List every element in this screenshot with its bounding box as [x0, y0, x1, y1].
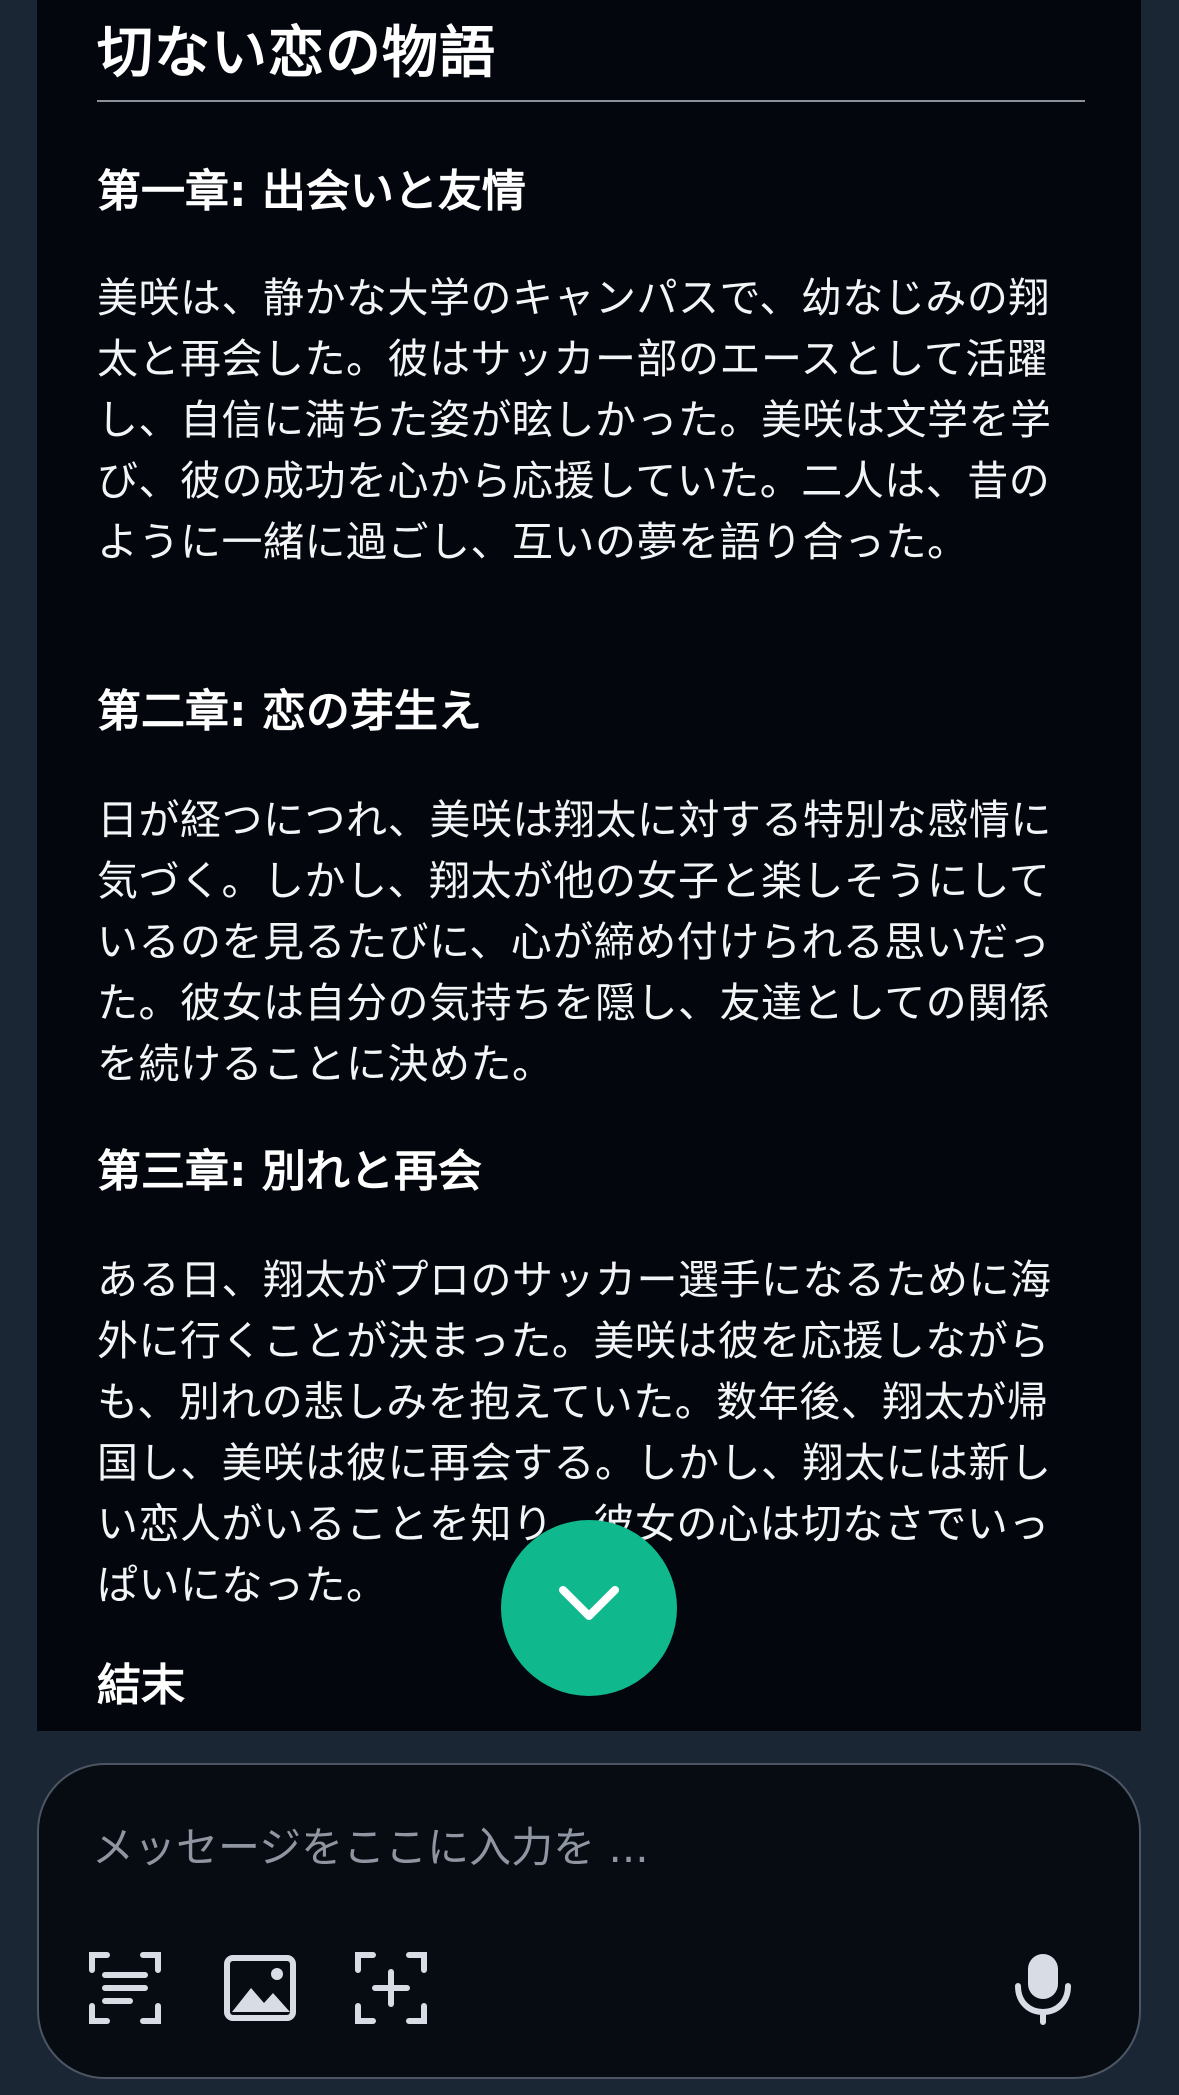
message-input[interactable]	[92, 1805, 992, 1891]
message-composer	[37, 1763, 1141, 2079]
chapter-2-text: 日が経つにつれ、美咲は翔太に対する特別な感情に気づく。しかし、翔太が他の女子と楽…	[97, 796, 1052, 1088]
scan-text-icon	[89, 1952, 161, 2024]
microphone-icon	[1015, 1954, 1071, 2025]
ending-heading: 結末	[97, 1660, 185, 1711]
scan-text-button[interactable]	[87, 1950, 163, 2026]
chapter-2-heading: 第二章: 恋の芽生え	[97, 686, 482, 737]
scroll-down-button[interactable]	[501, 1520, 677, 1696]
chevron-down-icon	[559, 1586, 619, 1620]
chapter-1-text: 美咲は、静かな大学のキャンパスで、幼なじみの翔太と再会した。彼はサッカー部のエー…	[97, 274, 1052, 566]
chapter-3-heading: 第三章: 別れと再会	[97, 1146, 482, 1197]
image-button[interactable]	[222, 1950, 298, 2026]
chapter-1-heading: 第一章: 出会いと友情	[97, 166, 526, 217]
story-title: 切ない恋の物語	[97, 21, 496, 86]
assistant-message: 切ない恋の物語 第一章: 出会いと友情 美咲は、静かな大学のキャンパスで、幼なじ…	[37, 0, 1141, 1731]
image-icon	[224, 1955, 296, 2021]
chat-screen: 切ない恋の物語 第一章: 出会いと友情 美咲は、静かな大学のキャンパスで、幼なじ…	[0, 0, 1179, 2095]
title-divider	[97, 100, 1085, 102]
frame-add-button[interactable]	[353, 1950, 429, 2026]
frame-add-icon	[355, 1952, 427, 2024]
microphone-button[interactable]	[1010, 1950, 1076, 2026]
